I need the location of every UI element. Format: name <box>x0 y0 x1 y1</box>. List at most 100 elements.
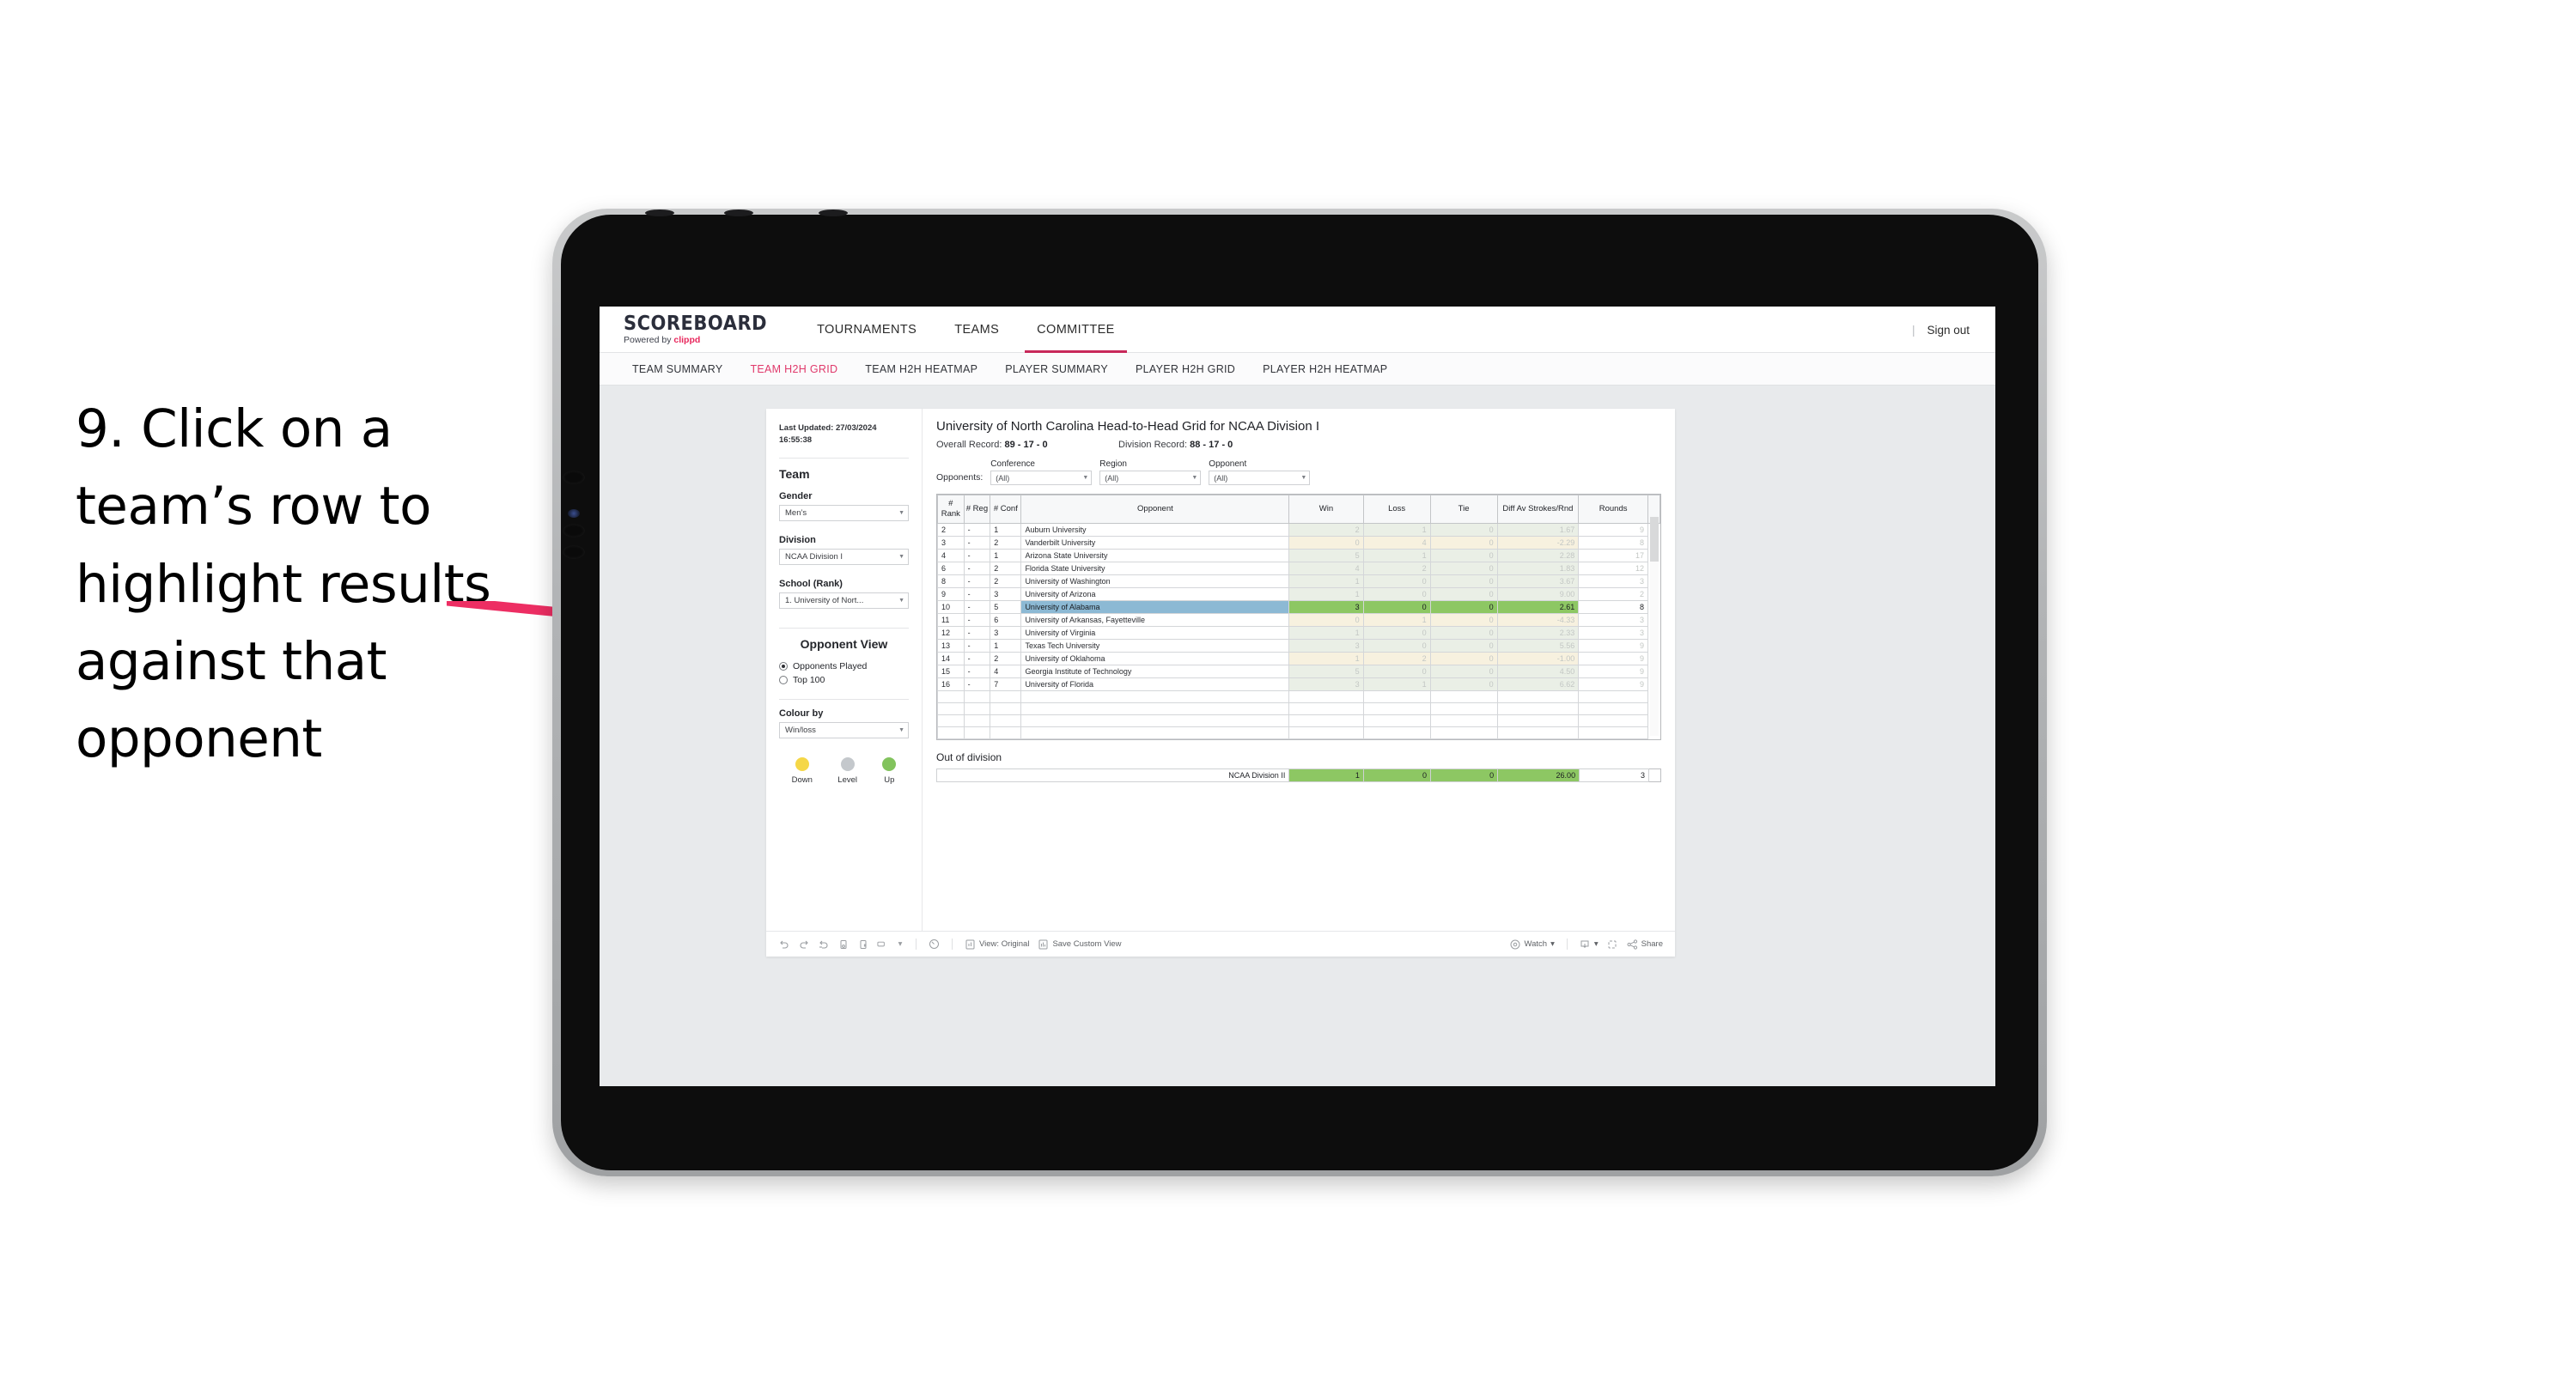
chevron-down-icon[interactable]: ▾ <box>897 939 904 950</box>
colour-legend: Down Level Up <box>779 756 909 785</box>
colour-by-label: Colour by <box>779 708 824 719</box>
table-row[interactable]: 8-2 University of Washington 1 0 0 3.67 3 <box>937 574 1660 588</box>
colour-by-select[interactable]: Win/loss ▼ <box>779 721 909 738</box>
table-row[interactable]: 10-5 University of Alabama 3 0 0 2.61 8 <box>937 599 1660 614</box>
table-row[interactable]: 13-1 Texas Tech University 3 0 0 5.56 9 <box>937 638 1660 653</box>
tab-tournaments[interactable]: TOURNAMENTS <box>798 307 935 353</box>
tab-committee[interactable]: COMMITTEE <box>1018 307 1134 353</box>
brand-logo[interactable]: SCOREBOARD Powered by clippd <box>600 313 798 345</box>
conference-filter-select[interactable]: (All) ▼ <box>990 471 1093 485</box>
watch-label: Watch <box>1524 939 1548 949</box>
device-layout-icon[interactable] <box>877 939 888 950</box>
download-button[interactable]: ▾ <box>1580 939 1599 950</box>
pause-auto-update-icon[interactable] <box>857 939 868 950</box>
table-row[interactable]: 4-1 Arizona State University 5 1 0 2.28 17 <box>937 548 1660 562</box>
cell-conf: 3 <box>990 586 1022 601</box>
share-button[interactable]: Share <box>1627 939 1663 950</box>
h2h-grid-table: # Rank # Reg # Conf Opponent Win Loss Ti… <box>937 495 1660 739</box>
subnav-player-h2h-grid[interactable]: PLAYER H2H GRID <box>1122 363 1249 375</box>
col-reg[interactable]: # Reg <box>963 495 991 524</box>
sidebar-divider-3 <box>779 698 909 700</box>
cell-conf: 2 <box>990 561 1022 575</box>
subnav-player-summary[interactable]: PLAYER SUMMARY <box>991 363 1122 375</box>
col-opponent[interactable]: Opponent <box>1020 495 1290 524</box>
table-row[interactable]: 12-3 University of Virginia 1 0 0 2.33 3 <box>937 625 1660 640</box>
cell-diff: 1.67 <box>1496 522 1580 537</box>
subnav-team-h2h-heatmap[interactable]: TEAM H2H HEATMAP <box>851 363 991 375</box>
grid-scrollbar-thumb[interactable] <box>1650 517 1659 562</box>
cell-tie: 0 <box>1429 677 1498 691</box>
cell-rank: 11 <box>937 612 965 627</box>
workspace: Last Updated: 27/03/2024 16:55:38 Team G… <box>600 386 1995 1086</box>
empty-cell <box>1362 689 1431 703</box>
cell-reg: - <box>963 651 991 665</box>
view-original-button[interactable]: View: Original <box>965 939 1029 950</box>
empty-cell <box>990 726 1022 739</box>
legend-up-label: Up <box>884 775 895 785</box>
cell-opponent: Arizona State University <box>1020 548 1290 562</box>
out-of-division-table: NCAA Division II 1 0 0 26.00 3 <box>935 768 1661 782</box>
table-row[interactable]: 3-2 Vanderbilt University 0 4 0 -2.29 8 <box>937 535 1660 550</box>
revert-icon[interactable] <box>818 939 829 950</box>
watch-button[interactable]: Watch ▾ <box>1510 939 1555 950</box>
cell-reg: - <box>963 638 991 653</box>
radio-opponents-played[interactable]: Opponents Played <box>779 661 909 671</box>
empty-cell <box>1429 689 1498 703</box>
save-custom-view-button[interactable]: Save Custom View <box>1038 939 1122 950</box>
table-row[interactable]: 9-3 University of Arizona 1 0 0 9.00 2 <box>937 586 1660 601</box>
cell-diff: 6.62 <box>1496 677 1580 691</box>
cell-loss: 1 <box>1362 548 1431 562</box>
gender-select[interactable]: Men’s ▼ <box>779 504 909 521</box>
col-diff-strokes[interactable]: Diff Av Strokes/Rnd <box>1496 495 1580 524</box>
ood-loss: 0 <box>1362 768 1432 782</box>
table-row[interactable]: 16-7 University of Florida 3 1 0 6.62 9 <box>937 677 1660 691</box>
col-rank[interactable]: # Rank <box>937 495 965 524</box>
empty-cell <box>1496 714 1580 727</box>
cell-opponent: University of Florida <box>1020 677 1290 691</box>
cell-rank: 10 <box>937 599 965 614</box>
opponent-filter-select[interactable]: (All) ▼ <box>1209 471 1311 485</box>
undo-icon[interactable] <box>778 939 789 950</box>
refresh-icon[interactable] <box>837 939 849 950</box>
table-row-empty <box>937 689 1660 703</box>
cell-tie: 0 <box>1429 651 1498 665</box>
col-rounds[interactable]: Rounds <box>1578 495 1648 524</box>
cell-diff: -1.00 <box>1496 651 1580 665</box>
radio-top-100[interactable]: Top 100 <box>779 675 909 685</box>
table-row[interactable]: 11-6 University of Arkansas, Fayetteville… <box>937 612 1660 627</box>
toolbar-divider-2 <box>952 939 953 950</box>
table-row[interactable]: 15-4 Georgia Institute of Technology 5 0 0 4.… <box>937 664 1660 678</box>
tablet-camera-icon <box>645 210 674 216</box>
col-loss[interactable]: Loss <box>1362 495 1431 524</box>
pause-icon[interactable] <box>929 939 940 950</box>
subnav-team-summary[interactable]: TEAM SUMMARY <box>618 363 736 375</box>
chevron-down-icon: ▼ <box>898 509 904 516</box>
grid-vertical-scrollbar[interactable] <box>1650 517 1659 736</box>
col-win[interactable]: Win <box>1288 495 1364 524</box>
cell-loss: 0 <box>1362 664 1431 678</box>
tablet-power-button[interactable] <box>563 545 585 559</box>
subnav-team-h2h-grid[interactable]: TEAM H2H GRID <box>736 363 851 375</box>
out-of-division-row[interactable]: NCAA Division II 1 0 0 26.00 3 <box>935 768 1661 782</box>
subnav-player-h2h-heatmap[interactable]: PLAYER H2H HEATMAP <box>1249 363 1401 375</box>
fullscreen-icon[interactable] <box>1607 939 1618 950</box>
school-rank-select[interactable]: 1. University of Nort... ▼ <box>779 592 909 609</box>
col-tie[interactable]: Tie <box>1429 495 1498 524</box>
share-label: Share <box>1641 939 1663 949</box>
col-conf[interactable]: # Conf <box>990 495 1022 524</box>
cell-opponent: Vanderbilt University <box>1020 535 1290 550</box>
tab-teams[interactable]: TEAMS <box>935 307 1018 353</box>
redo-icon[interactable] <box>798 939 809 950</box>
save-custom-view-label: Save Custom View <box>1052 939 1122 949</box>
table-row[interactable]: 14-2 University of Oklahoma 1 2 0 -1.00 9 <box>937 651 1660 665</box>
division-select[interactable]: NCAA Division I ▼ <box>779 548 909 565</box>
tablet-volume-up-button[interactable] <box>563 471 585 484</box>
table-row[interactable]: 6-2 Florida State University 4 2 0 1.83 12 <box>937 561 1660 575</box>
chevron-down-icon: ▼ <box>1300 475 1307 481</box>
region-filter-select[interactable]: (All) ▼ <box>1099 471 1202 485</box>
sign-out-link[interactable]: Sign out <box>1927 324 1970 337</box>
table-row[interactable]: 2-1 Auburn University 2 1 0 1.67 9 <box>937 522 1660 537</box>
table-row-empty <box>937 714 1660 727</box>
tablet-volume-down-button[interactable] <box>563 524 585 538</box>
cell-rank: 15 <box>937 664 965 678</box>
